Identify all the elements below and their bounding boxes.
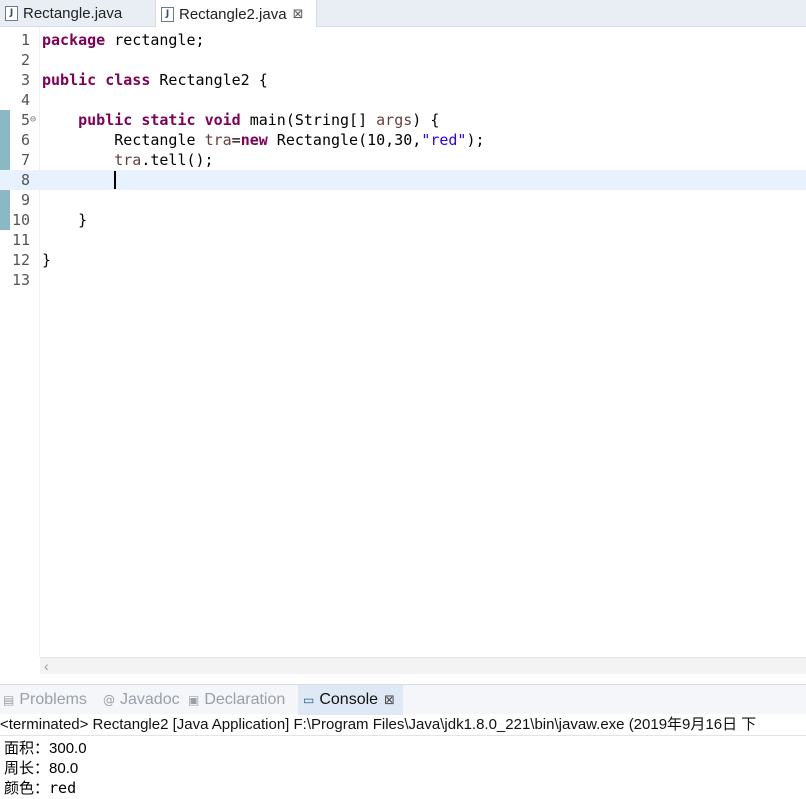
java-file-icon: J xyxy=(161,6,174,22)
line-number: 3 xyxy=(20,71,30,89)
code-line: 11 xyxy=(0,230,806,250)
tab-problems[interactable]: ▤ Problems xyxy=(3,685,87,715)
line-number: 4 xyxy=(20,91,30,109)
code-line: 12 } xyxy=(0,250,806,270)
code-line: 5 ⊖ public static void main(String[] arg… xyxy=(0,110,806,130)
tab-rectangle2-java[interactable]: J Rectangle2.java ⊠ xyxy=(155,0,317,28)
javadoc-icon: @ xyxy=(103,693,115,707)
code-line: 10 } xyxy=(0,210,806,230)
close-icon[interactable]: ⊠ xyxy=(293,7,304,22)
code-line: 3 public class Rectangle2 { xyxy=(0,70,806,90)
line-number: 9 xyxy=(20,191,30,209)
tab-label: Console xyxy=(319,691,379,708)
line-number: 12 xyxy=(11,251,30,269)
console-line: 颜色：red xyxy=(4,779,77,797)
tab-label: Javadoc xyxy=(120,691,180,708)
console-output: 面积：300.0 周长：80.0 颜色：red xyxy=(4,738,87,798)
tab-console[interactable]: ▭ Console ⊠ xyxy=(298,685,403,715)
tab-declaration[interactable]: ▣ Declaration xyxy=(188,685,285,715)
tab-javadoc[interactable]: @ Javadoc xyxy=(103,685,180,715)
line-number: 10 xyxy=(11,211,30,229)
current-line: 8 xyxy=(0,170,806,190)
tab-rectangle-java[interactable]: J Rectangle.java xyxy=(0,0,152,27)
console-icon: ▭ xyxy=(303,693,315,707)
code-line: 1 package rectangle; xyxy=(0,30,806,50)
line-number: 7 xyxy=(20,151,30,169)
tab-label: Rectangle.java xyxy=(23,5,123,22)
tab-label: Rectangle2.java xyxy=(179,5,287,23)
code-lines: 1 package rectangle; 2 3 public class Re… xyxy=(0,30,806,290)
console-line: 面积：300.0 xyxy=(4,739,87,757)
horizontal-scrollbar[interactable]: ‹ xyxy=(40,657,806,674)
line-number: 13 xyxy=(11,271,30,289)
code-editor[interactable]: 1 package rectangle; 2 3 public class Re… xyxy=(0,27,806,657)
tab-label: Declaration xyxy=(204,691,286,708)
console-line: 周长：80.0 xyxy=(4,759,79,777)
line-number: 6 xyxy=(20,131,30,149)
java-file-icon: J xyxy=(5,6,18,21)
views-tab-bar: ▤ Problems @ Javadoc ▣ Declaration ▭ Con… xyxy=(0,684,806,715)
editor-tab-bar: J Rectangle.java J Rectangle2.java ⊠ xyxy=(0,0,806,28)
declaration-icon: ▣ xyxy=(188,693,200,707)
line-number: 2 xyxy=(20,51,30,69)
line-number: 11 xyxy=(11,231,30,249)
code-line: 9 xyxy=(0,190,806,210)
code-line: 7 tra.tell(); xyxy=(0,150,806,170)
text-caret xyxy=(114,171,116,189)
code-line: 13 xyxy=(0,270,806,290)
code-line: 2 xyxy=(0,50,806,70)
line-number: 8 xyxy=(20,171,30,189)
code-line: 4 xyxy=(0,90,806,110)
close-icon[interactable]: ⊠ xyxy=(384,693,395,708)
console-header: <terminated> Rectangle2 [Java Applicatio… xyxy=(0,714,806,736)
scroll-left-icon[interactable]: ‹ xyxy=(44,658,49,674)
line-number: 1 xyxy=(20,31,30,49)
line-number: 5 xyxy=(20,111,30,129)
code-line: 6 Rectangle tra=new Rectangle(10,30,"red… xyxy=(0,130,806,150)
fold-collapse-icon[interactable]: ⊖ xyxy=(30,110,36,130)
problems-icon: ▤ xyxy=(3,693,15,707)
tab-label: Problems xyxy=(19,691,87,708)
